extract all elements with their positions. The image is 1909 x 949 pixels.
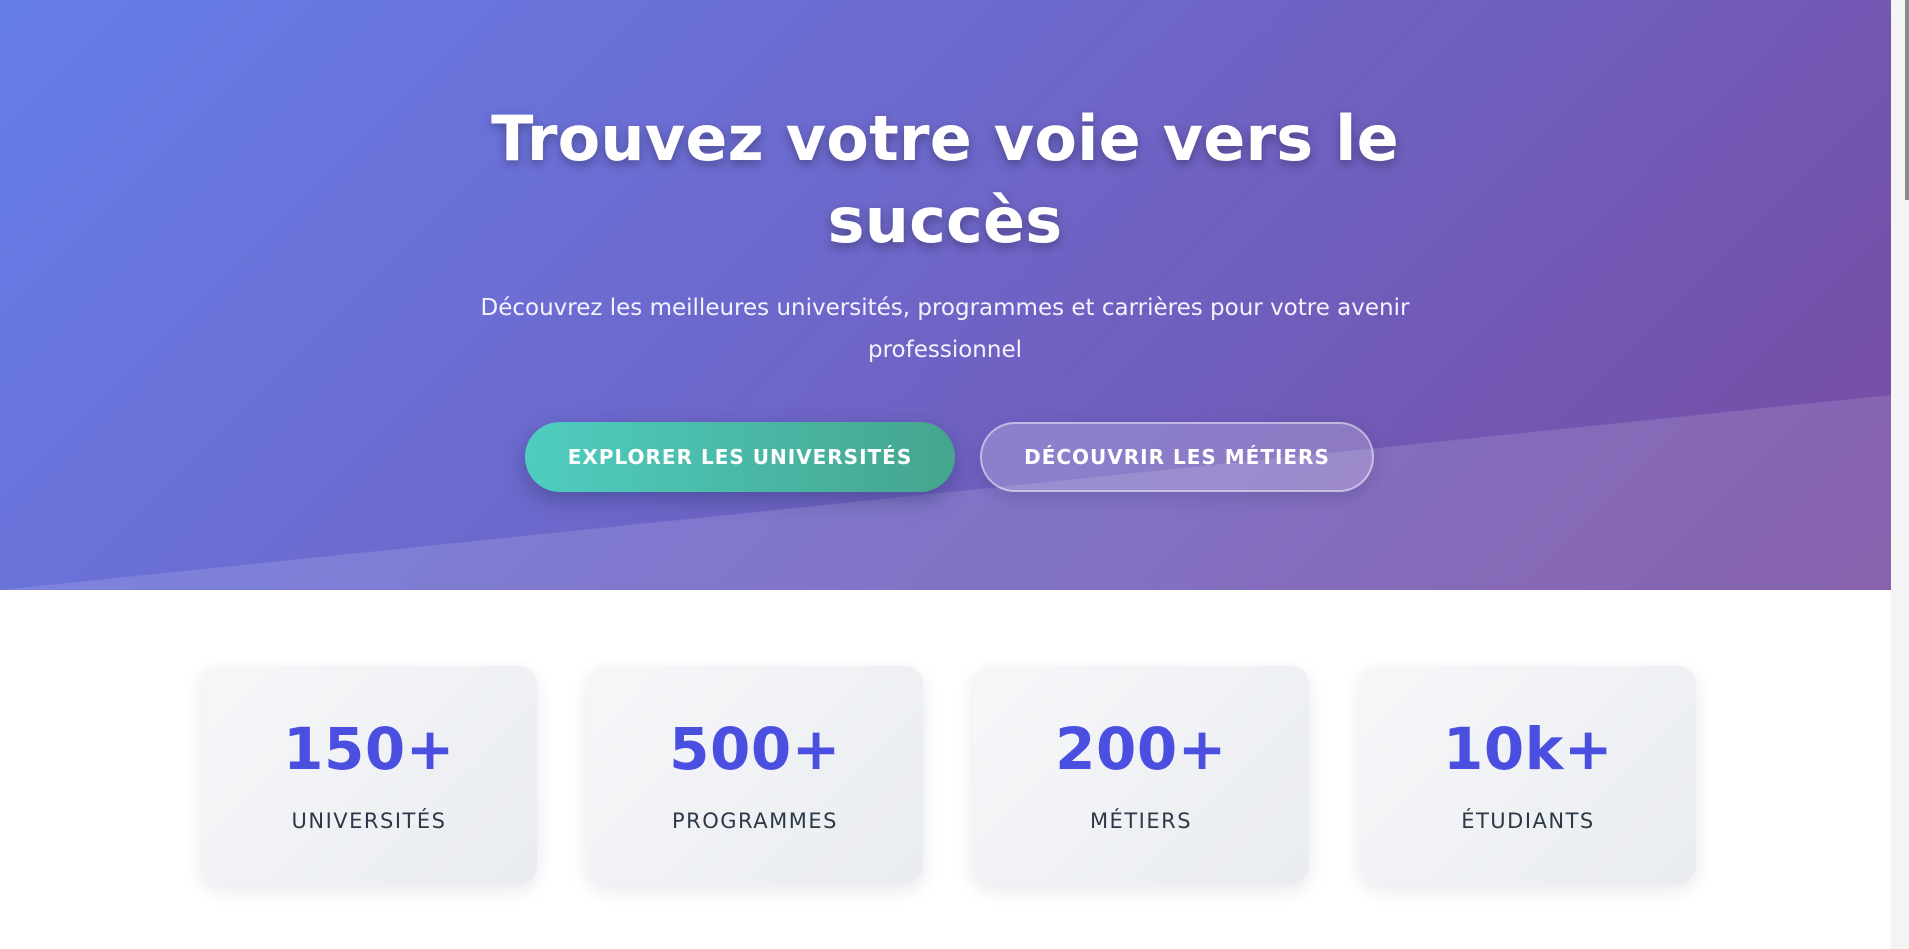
stat-card-programs: 500+ PROGRAMMES [587,666,923,884]
discover-careers-button[interactable]: DÉCOUVRIR LES MÉTIERS [980,422,1374,492]
stat-label: PROGRAMMES [672,809,838,833]
stat-card-students: 10k+ ÉTUDIANTS [1360,666,1696,884]
hero-subtitle: Découvrez les meilleures universités, pr… [480,295,1410,363]
hero-title: Trouvez votre voie vers le succès [491,102,1399,257]
page-scrollbar-thumb[interactable] [1905,0,1909,200]
stat-label: MÉTIERS [1089,809,1193,833]
stat-value: 500+ [669,715,841,783]
stat-label: ÉTUDIANTS [1461,809,1595,833]
stat-value: 10k+ [1443,715,1613,783]
stat-card-universities: 150+ UNIVERSITÉS [201,666,537,884]
stats-section: 150+ UNIVERSITÉS 500+ PROGRAMMES 200+ MÉ… [0,590,1891,949]
explore-universities-button[interactable]: EXPLORER LES UNIVERSITÉS [525,422,955,492]
stat-value: 200+ [1055,715,1227,783]
stat-value: 150+ [283,715,455,783]
stat-card-careers: 200+ MÉTIERS [973,666,1309,884]
stat-label: UNIVERSITÉS [291,809,447,833]
hero-section: Trouvez votre voie vers le succès Découv… [0,0,1891,590]
